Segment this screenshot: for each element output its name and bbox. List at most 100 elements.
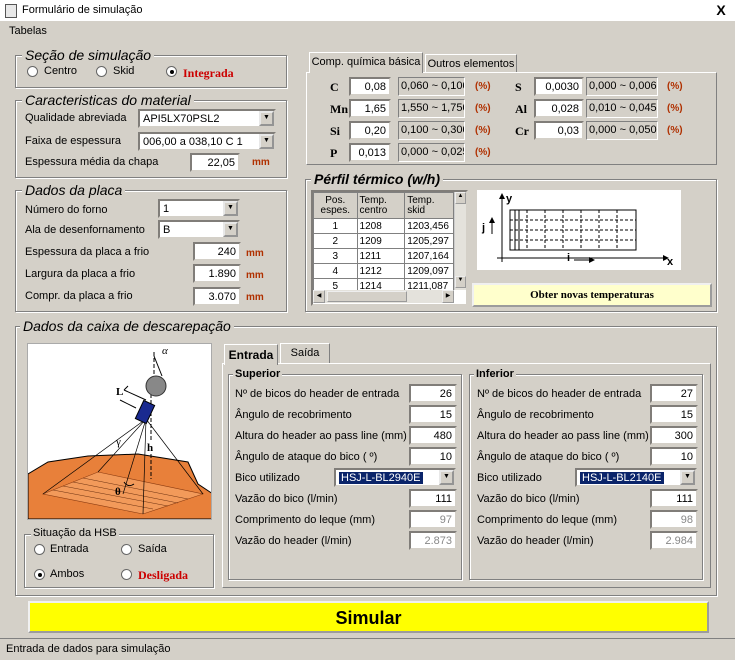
scroll-right-icon[interactable]: ▶ (442, 290, 454, 303)
title-bar: Formulário de simulação X (0, 0, 735, 22)
field-input[interactable]: 15 (650, 405, 698, 424)
material-title: Caracteristicas do material (22, 93, 194, 108)
bico-value: HSJ-L-BL2940E (339, 472, 423, 484)
h-label: h (147, 442, 154, 454)
element-symbol: C (330, 80, 339, 94)
field-label: Comprimento do leque (mm) (477, 514, 617, 526)
percent-unit: (%) (475, 147, 491, 158)
scroll-left-icon[interactable]: ◀ (313, 290, 325, 303)
cell-pos: 3 (313, 248, 358, 264)
scroll-down-icon[interactable]: ▼ (455, 276, 466, 288)
radio-ambos-label: Ambos (50, 568, 85, 580)
obter-temperaturas-button[interactable]: Obter novas temperaturas (472, 283, 712, 307)
element-symbol: Mn (330, 102, 348, 116)
field-input[interactable]: 111 (650, 489, 698, 508)
radio-desligada[interactable] (121, 569, 132, 580)
element-value-input[interactable]: 0,0030 (534, 77, 584, 96)
inferior-title: Inferior (474, 368, 516, 380)
axis-j-label: j (482, 222, 486, 234)
simular-button[interactable]: Simular (28, 601, 709, 633)
main-window: Formulário de simulação X Tabelas Seção … (0, 0, 735, 660)
element-value-input[interactable]: 0,028 (534, 99, 584, 118)
esp-placa-unit: mm (246, 248, 264, 259)
element-value-input[interactable]: 0,08 (349, 77, 391, 96)
radio-saida[interactable] (121, 544, 132, 555)
chevron-down-icon[interactable]: ▼ (259, 111, 274, 126)
field-input[interactable]: 27 (650, 384, 698, 403)
field-label: Nº de bicos do header de entrada (477, 388, 642, 400)
table-row[interactable]: 4 1212 1209,097 (313, 263, 454, 279)
table-row[interactable]: 3 1211 1207,164 (313, 248, 454, 264)
radio-centro-label: Centro (44, 65, 78, 77)
placa-title: Dados da placa (22, 183, 126, 198)
chevron-down-icon[interactable]: ▼ (680, 470, 695, 485)
ala-select[interactable]: B ▼ (158, 220, 240, 239)
faixa-select[interactable]: 006,00 a 038,10 C 1 ▼ (138, 132, 276, 151)
qualidade-select[interactable]: API5LX70PSL2 ▼ (138, 109, 276, 128)
vertical-scrollbar[interactable]: ▲ ▼ (454, 192, 466, 290)
element-range: 0,010 ~ 0,045 (586, 99, 658, 118)
secao-title: Seção de simulação (22, 48, 155, 63)
axis-x-label: x (667, 256, 674, 268)
field-input[interactable]: 300 (650, 426, 698, 445)
field-input[interactable]: 15 (409, 405, 457, 424)
element-range: 0,100 ~ 0,300 (398, 121, 465, 140)
element-value-input[interactable]: 0,20 (349, 121, 391, 140)
radio-integrada[interactable] (166, 66, 177, 77)
tab-entrada[interactable]: Entrada (224, 344, 278, 365)
field-input[interactable]: 10 (409, 447, 457, 466)
radio-centro[interactable] (27, 66, 38, 77)
chevron-down-icon[interactable]: ▼ (439, 470, 454, 485)
chevron-down-icon[interactable]: ▼ (223, 222, 238, 237)
col-centro: Temp. centro (356, 192, 406, 219)
field-label: Nº de bicos do header de entrada (235, 388, 400, 400)
horizontal-scrollbar[interactable]: ◀ ▶ (313, 290, 454, 303)
percent-unit: (%) (475, 81, 491, 92)
menu-tabelas[interactable]: Tabelas (9, 25, 47, 37)
radio-entrada[interactable] (34, 544, 45, 555)
col-skid: Temp. skid (404, 192, 454, 219)
element-value-input[interactable]: 1,65 (349, 99, 391, 118)
qualidade-value: API5LX70PSL2 (143, 113, 220, 125)
table-row[interactable]: 2 1209 1205,297 (313, 233, 454, 249)
element-range: 0,060 ~ 0,100 (398, 77, 465, 96)
compr-placa-input[interactable]: 3.070 (193, 287, 241, 306)
tab-outros-elementos[interactable]: Outros elementos (425, 54, 517, 73)
cell-centro: 1211 (356, 248, 406, 264)
element-symbol: Si (330, 124, 341, 138)
cell-centro: 1212 (356, 263, 406, 279)
col-pos: Pos. espes. (313, 192, 358, 219)
radio-saida-label: Saída (138, 543, 167, 555)
close-button[interactable]: X (713, 3, 729, 18)
tab-saida[interactable]: Saída (280, 343, 330, 364)
tab-comp-quimica[interactable]: Comp. química básica (309, 52, 423, 73)
scroll-thumb[interactable] (327, 291, 407, 302)
col-skid-b: skid (407, 204, 426, 216)
radio-integrada-label: Integrada (183, 66, 234, 80)
scroll-up-icon[interactable]: ▲ (455, 192, 466, 204)
larg-placa-label: Largura da placa a frio (25, 268, 136, 280)
esp-placa-input[interactable]: 240 (193, 242, 241, 261)
table-row[interactable]: 1 1208 1203,456 (313, 218, 454, 234)
percent-unit: (%) (667, 81, 683, 92)
element-value-input[interactable]: 0,03 (534, 121, 584, 140)
bico-select[interactable]: HSJ-L-BL2140E ▼ (575, 468, 697, 487)
field-input[interactable]: 480 (409, 426, 457, 445)
radio-ambos[interactable] (34, 569, 45, 580)
field-input[interactable]: 26 (409, 384, 457, 403)
radio-skid[interactable] (96, 66, 107, 77)
element-value-input[interactable]: 0,013 (349, 143, 391, 162)
field-input[interactable]: 111 (409, 489, 457, 508)
larg-placa-input[interactable]: 1.890 (193, 264, 241, 283)
forno-select[interactable]: 1 ▼ (158, 199, 240, 218)
chevron-down-icon[interactable]: ▼ (223, 201, 238, 216)
percent-unit: (%) (475, 125, 491, 136)
alpha-label: α (162, 345, 168, 357)
cell-centro: 1208 (356, 218, 406, 234)
espessura-input[interactable]: 22,05 (190, 153, 240, 172)
field-label: Vazão do header (l/min) (477, 535, 594, 547)
field-input[interactable]: 10 (650, 447, 698, 466)
chevron-down-icon[interactable]: ▼ (259, 134, 274, 149)
bico-select[interactable]: HSJ-L-BL2940E ▼ (334, 468, 456, 487)
compr-placa-unit: mm (246, 292, 264, 303)
